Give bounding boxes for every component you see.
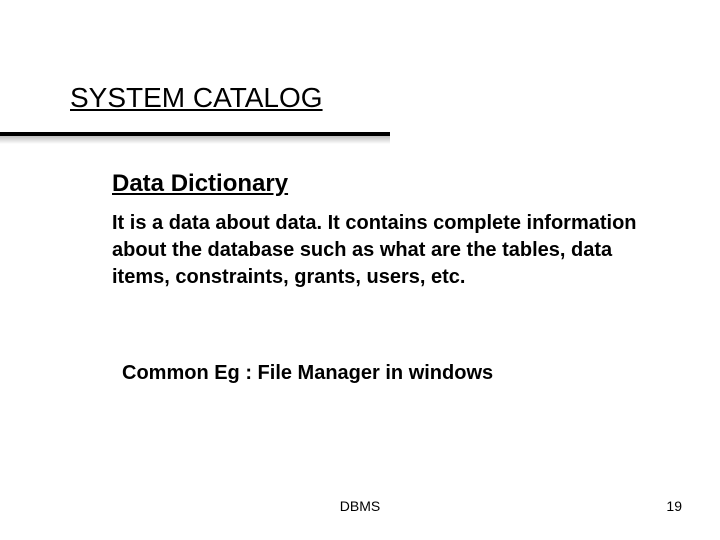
footer-center: DBMS (0, 498, 720, 514)
slide-number: 19 (666, 498, 682, 514)
title-divider (0, 132, 720, 160)
subheading: Data Dictionary (112, 170, 288, 198)
slide-title: SYSTEM CATALOG (70, 82, 323, 114)
slide: SYSTEM CATALOG Data Dictionary It is a d… (0, 0, 720, 540)
divider-shadow (0, 136, 390, 144)
body-text: It is a data about data. It contains com… (112, 210, 652, 291)
example-text: Common Eg : File Manager in windows (122, 362, 493, 385)
